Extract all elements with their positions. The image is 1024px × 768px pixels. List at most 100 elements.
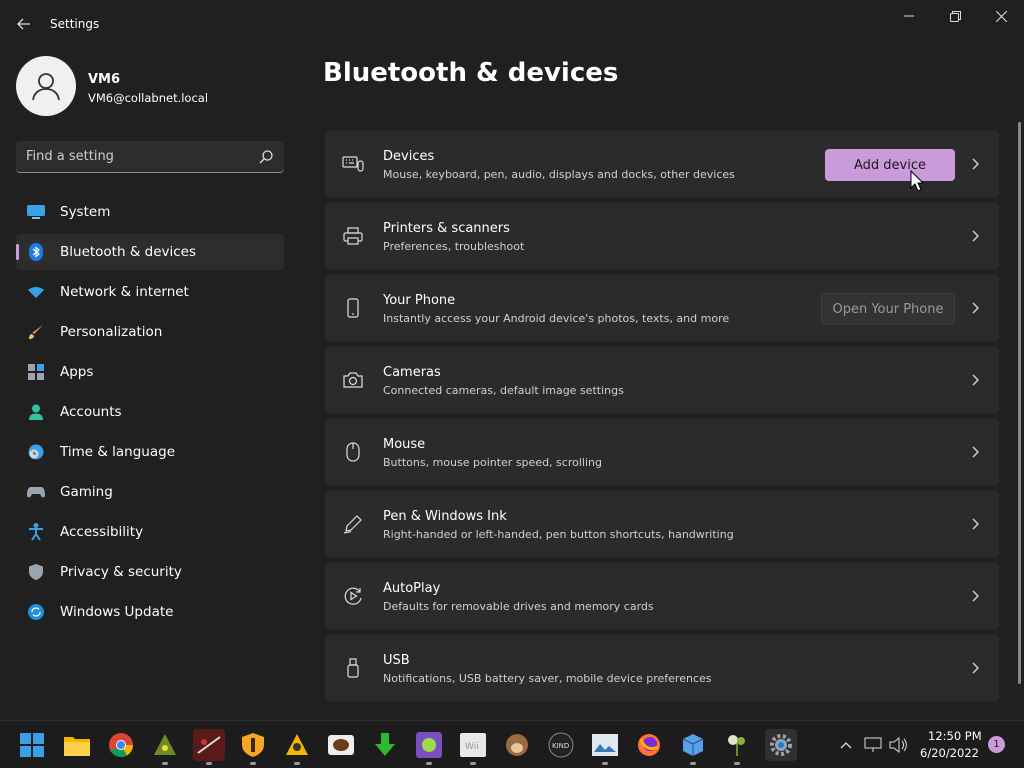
card-mouse[interactable]: Mouse Buttons, mouse pointer speed, scro… [325,419,999,485]
sidebar-item-windows-update[interactable]: Windows Update [16,594,284,630]
sidebar-item-label: Network & internet [60,284,189,300]
pen-icon [342,513,364,535]
chevron-up-icon[interactable] [836,735,856,755]
card-usb[interactable]: USB Notifications, USB battery saver, mo… [325,635,999,701]
app-icon[interactable] [149,729,181,765]
sidebar-item-label: Gaming [60,484,113,500]
sidebar-item-privacy[interactable]: Privacy & security [16,554,284,590]
kindle-app-icon[interactable]: KIND [545,729,577,761]
game-app-icon[interactable] [413,729,445,765]
chevron-right-icon [972,374,979,386]
card-pen-windows-ink[interactable]: Pen & Windows Ink Right-handed or left-h… [325,491,999,557]
sidebar-item-network[interactable]: Network & internet [16,274,284,310]
card-devices[interactable]: Devices Mouse, keyboard, pen, audio, dis… [325,131,999,197]
plant-app-icon[interactable] [721,729,753,765]
brush-icon [27,324,45,340]
clock-date[interactable]: 6/20/2022 [920,746,979,760]
search-input[interactable] [16,141,246,172]
card-title: AutoPlay [383,581,441,596]
settings-list: Devices Mouse, keyboard, pen, audio, dis… [325,131,999,707]
firefox-app-icon[interactable] [633,729,665,761]
camera-icon [342,369,364,391]
search-icon[interactable] [258,149,274,165]
sidebar-item-accessibility[interactable]: Accessibility [16,514,284,550]
clock-time[interactable]: 12:50 PM [928,729,982,743]
user-profile[interactable]: VM6 VM6@collabnet.local [16,56,286,118]
profile-email: VM6@collabnet.local [88,91,209,105]
apps-icon [27,364,45,380]
title-bar: Settings [0,0,1024,48]
photo-app-icon[interactable] [589,729,621,765]
chevron-right-icon [972,158,979,170]
wifi-icon [27,284,45,300]
sidebar-item-apps[interactable]: Apps [16,354,284,390]
card-title: Devices [383,149,435,164]
add-device-button[interactable]: Add device [825,149,955,181]
scrollbar[interactable] [1018,122,1021,684]
chevron-right-icon [972,302,979,314]
card-printers-scanners[interactable]: Printers & scanners Preferences, trouble… [325,203,999,269]
close-button[interactable] [978,0,1024,32]
start-icon[interactable] [16,729,48,761]
wii-app-icon[interactable]: Wii [457,729,489,765]
update-icon [27,604,45,620]
svg-text:Wii: Wii [465,742,479,752]
minimize-button[interactable] [886,0,932,32]
gamepad-icon [27,484,45,500]
box-app-icon[interactable] [677,729,709,765]
page-title: Bluetooth & devices [323,58,619,88]
close-icon [995,10,1007,22]
card-your-phone[interactable]: Your Phone Instantly access your Android… [325,275,999,341]
sidebar-item-accounts[interactable]: Accounts [16,394,284,430]
shield-icon [27,564,45,580]
card-title: Cameras [383,365,441,380]
sidebar-item-system[interactable]: System [16,194,284,230]
mouse-icon [342,441,364,463]
network-icon[interactable] [863,735,883,755]
sidebar-item-label: System [60,204,111,220]
person-icon [32,73,60,101]
clock-globe-icon [27,444,45,460]
card-subtitle: Mouse, keyboard, pen, audio, displays an… [383,168,735,181]
chevron-right-icon [972,662,979,674]
sidebar-item-bluetooth-devices[interactable]: Bluetooth & devices [16,234,284,270]
card-subtitle: Right-handed or left-handed, pen button … [383,528,734,541]
sidebar-item-label: Personalization [60,324,163,340]
sidebar-item-label: Windows Update [60,604,174,620]
back-button[interactable] [10,12,38,36]
accessibility-icon [27,523,45,541]
card-autoplay[interactable]: AutoPlay Defaults for removable drives a… [325,563,999,629]
settings-app-icon[interactable] [765,729,797,761]
volume-icon[interactable] [888,735,908,755]
profile-name: VM6 [88,72,121,87]
sky-app-icon[interactable] [193,729,225,765]
printer-icon [342,225,364,247]
chevron-right-icon [972,446,979,458]
usb-icon [342,657,364,679]
card-cameras[interactable]: Cameras Connected cameras, default image… [325,347,999,413]
card-title: Your Phone [383,293,456,308]
sidebar-item-label: Bluetooth & devices [60,244,197,260]
shield-app-icon[interactable] [237,729,269,765]
chevron-right-icon [972,230,979,242]
download-app-icon[interactable] [369,729,401,761]
card-subtitle: Buttons, mouse pointer speed, scrolling [383,456,602,469]
monkey-app-icon[interactable] [501,729,533,761]
tools-app-icon[interactable] [281,729,313,765]
sidebar-item-time-language[interactable]: Time & language [16,434,284,470]
coffee-app-icon[interactable] [325,729,357,761]
notification-badge[interactable]: 1 [988,736,1005,753]
minimize-icon [904,15,914,17]
card-title: Printers & scanners [383,221,510,236]
open-your-phone-button[interactable]: Open Your Phone [821,293,955,325]
sidebar-item-label: Accessibility [60,524,144,540]
restore-button[interactable] [932,0,978,32]
sidebar-item-label: Time & language [60,444,176,460]
sidebar-item-gaming[interactable]: Gaming [16,474,284,510]
taskbar: Wii KIND [0,720,1024,768]
sidebar-item-personalization[interactable]: Personalization [16,314,284,350]
chrome-icon[interactable] [105,729,137,761]
monitor-icon [27,204,45,220]
sidebar-item-label: Privacy & security [60,564,182,580]
file-explorer-icon[interactable] [61,729,93,761]
